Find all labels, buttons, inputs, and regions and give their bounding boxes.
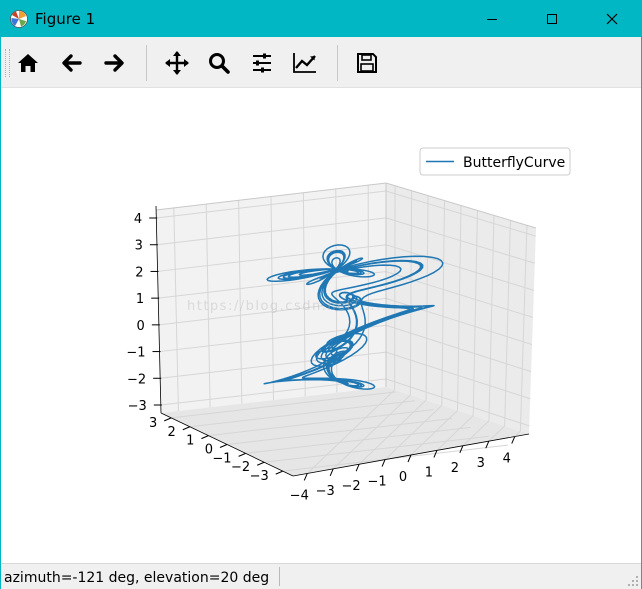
y-tick: [238, 452, 246, 457]
y-tick: [164, 417, 172, 422]
legend-label: ButterflyCurve: [463, 155, 565, 171]
y-tick: [201, 435, 209, 440]
forward-button[interactable]: [98, 49, 130, 77]
plot-3d[interactable]: https://blog.csdn.net/... 43210−1−2−3 32…: [1, 88, 641, 562]
x-tick-label: 1: [425, 465, 433, 480]
minimize-button[interactable]: [469, 1, 515, 37]
sliders-icon: [253, 53, 271, 73]
z-tick-label: −1: [126, 346, 145, 361]
z-tick-label: 4: [134, 212, 142, 227]
maximize-icon: [547, 14, 557, 24]
toolbar-grip[interactable]: [5, 49, 10, 77]
x-tick-label: 3: [477, 456, 485, 471]
y-tick: [275, 470, 283, 475]
watermark: https://blog.csdn.net/...: [187, 299, 376, 314]
home-icon: [18, 54, 38, 72]
save-button[interactable]: [351, 49, 383, 77]
x-tick: [355, 464, 360, 472]
window-title: Figure 1: [35, 10, 96, 28]
x-tick: [329, 468, 334, 477]
back-button[interactable]: [56, 49, 88, 77]
z-axis: 4 3 2 1 0 −1 −2 −3: [126, 205, 162, 414]
z-tick-label: −3: [128, 399, 147, 414]
z-tick-label: 2: [135, 265, 143, 280]
pan-button[interactable]: [161, 49, 193, 77]
line-chart-icon: [293, 53, 316, 73]
x-tick-label: −1: [367, 475, 386, 490]
y-tick-label: 3: [149, 416, 157, 431]
y-tick-label: −3: [250, 469, 269, 484]
x-tick: [381, 459, 386, 467]
magnifier-icon: [209, 53, 230, 74]
z-tick-label: 1: [136, 292, 144, 307]
y-tick-label: 1: [186, 434, 194, 449]
toolbar-separator: [146, 45, 147, 81]
x-tick-label: −2: [342, 479, 361, 494]
y-tick-label: −2: [231, 460, 250, 475]
x-tick-label: 4: [503, 452, 511, 467]
z-tick-label: −2: [127, 372, 146, 387]
figure-window: Figure 1 https://blog.csdn.net/... 4 3 2…: [0, 0, 642, 589]
move-arrows-icon: [165, 51, 189, 75]
arrow-left-icon: [62, 54, 82, 72]
toolbar-separator: [337, 45, 338, 81]
status-coordinates: azimuth=-121 deg, elevation=20 deg: [4, 570, 270, 586]
maximize-button[interactable]: [529, 1, 575, 37]
navigation-toolbar: [1, 37, 641, 88]
status-bar: azimuth=-121 deg, elevation=20 deg: [1, 563, 641, 589]
y-tick-label: −1: [212, 451, 231, 466]
arrow-right-icon: [104, 54, 124, 72]
y-tick: [256, 461, 265, 466]
x-tick: [459, 445, 464, 453]
x-tick-label: −4: [290, 488, 309, 503]
title-bar: Figure 1: [1, 1, 641, 37]
x-tick-label: 2: [451, 461, 459, 476]
x-tick-label: −3: [316, 484, 335, 499]
z-tick-label: 3: [135, 239, 143, 254]
subplots-button[interactable]: [246, 49, 278, 77]
figure-canvas[interactable]: https://blog.csdn.net/... 4 3 2 1 0 −1 −2 −3 32…: [1, 88, 641, 562]
y-tick: [182, 426, 191, 431]
resize-grip-icon[interactable]: [627, 575, 639, 587]
status-divider: [279, 567, 280, 586]
z-tick-label: 0: [137, 319, 145, 334]
y-tick-label: 2: [168, 425, 176, 440]
customize-button[interactable]: [289, 49, 321, 77]
x-tick: [511, 436, 516, 444]
floppy-disk-icon: [357, 53, 377, 73]
close-button[interactable]: [589, 1, 635, 37]
matplotlib-icon: [10, 10, 28, 28]
minimize-icon: [487, 19, 497, 20]
x-tick-label: 0: [399, 470, 407, 485]
x-tick: [303, 473, 308, 481]
y-tick: [219, 444, 228, 448]
zoom-button[interactable]: [203, 49, 235, 77]
close-icon: [606, 13, 618, 25]
home-button[interactable]: [12, 49, 44, 77]
legend: ButterflyCurve: [419, 147, 571, 176]
